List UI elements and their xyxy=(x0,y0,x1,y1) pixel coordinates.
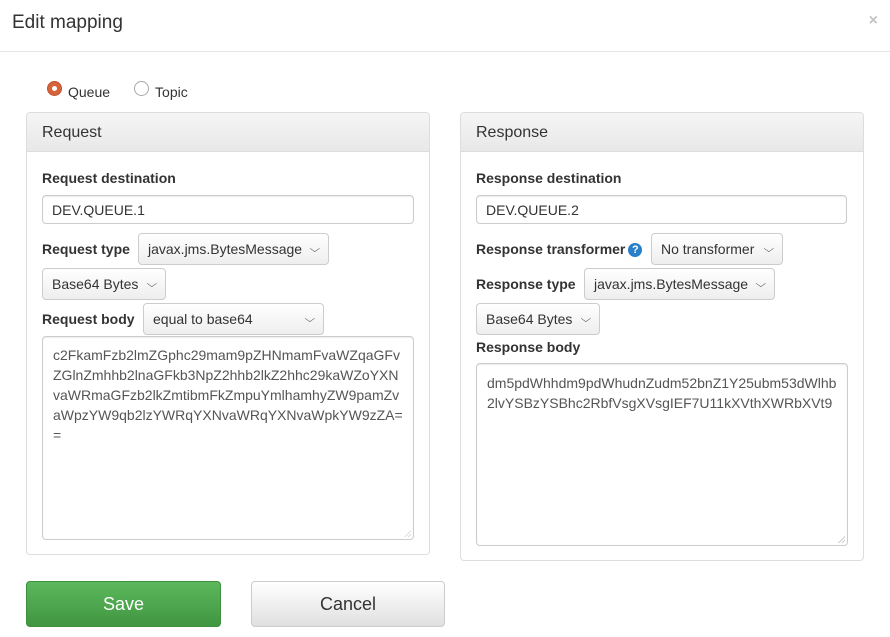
response-transformer-label: Response transformer? xyxy=(476,241,643,258)
response-type-label: Response type xyxy=(476,276,576,292)
request-encoding-select[interactable]: Base64 Bytes ⌵ xyxy=(42,268,166,300)
chevron-down-icon: ⌵ xyxy=(304,313,316,325)
destination-kind-radio-group: Queue Topic xyxy=(47,80,212,100)
response-body-text: dm5pdWhhdm9pdWhudnZudm52bnZ1Y25ubm53dWlh… xyxy=(487,375,837,411)
cancel-button[interactable]: Cancel xyxy=(251,581,445,627)
response-destination-label: Response destination xyxy=(476,170,622,186)
question-circle-icon[interactable]: ? xyxy=(628,243,643,257)
radio-topic-control[interactable] xyxy=(134,80,150,96)
radio-topic[interactable]: Topic xyxy=(134,80,188,100)
response-panel: Response Response destination DEV.QUEUE.… xyxy=(460,112,864,561)
request-type-value: javax.jms.BytesMessage xyxy=(148,241,303,257)
request-type-label: Request type xyxy=(42,241,130,257)
radio-queue[interactable]: Queue xyxy=(47,80,110,100)
request-body-matcher-select[interactable]: equal to base64 ⌵ xyxy=(143,303,324,335)
response-body-label: Response body xyxy=(476,339,581,355)
request-panel-title: Request xyxy=(27,113,429,152)
chevron-down-icon: ⌵ xyxy=(755,278,767,290)
response-destination-input[interactable]: DEV.QUEUE.2 xyxy=(476,195,847,224)
request-body-text: c2FkamFzb2lmZGphc29mam9pZHNmamFvaWZqaGFv… xyxy=(53,347,403,443)
response-transformer-label-text: Response transformer xyxy=(476,241,626,257)
resize-handle[interactable] xyxy=(838,536,845,543)
close-icon[interactable]: × xyxy=(869,13,878,29)
resize-handle[interactable] xyxy=(404,530,411,537)
response-encoding-select[interactable]: Base64 Bytes ⌵ xyxy=(476,303,600,335)
request-type-select[interactable]: javax.jms.BytesMessage ⌵ xyxy=(138,233,329,265)
modal-header: Edit mapping × xyxy=(0,0,890,52)
request-panel: Request Request destination DEV.QUEUE.1 … xyxy=(26,112,430,555)
request-body-textarea[interactable]: c2FkamFzb2lmZGphc29mam9pZHNmamFvaWZqaGFv… xyxy=(42,336,414,540)
request-body-matcher-value: equal to base64 xyxy=(153,311,253,327)
response-type-value: javax.jms.BytesMessage xyxy=(594,276,749,292)
response-type-select[interactable]: javax.jms.BytesMessage ⌵ xyxy=(584,268,775,300)
radio-queue-control[interactable] xyxy=(47,80,62,96)
request-encoding-value: Base64 Bytes xyxy=(52,276,139,292)
response-encoding-value: Base64 Bytes xyxy=(486,311,573,327)
radio-topic-label[interactable]: Topic xyxy=(155,84,188,100)
response-body-textarea[interactable]: dm5pdWhhdm9pdWhudnZudm52bnZ1Y25ubm53dWlh… xyxy=(476,363,848,546)
request-destination-input[interactable]: DEV.QUEUE.1 xyxy=(42,195,414,224)
save-button[interactable]: Save xyxy=(26,581,221,627)
modal-title: Edit mapping xyxy=(12,12,123,33)
chevron-down-icon: ⌵ xyxy=(309,243,321,255)
response-transformer-value: No transformer xyxy=(661,241,755,257)
request-body-label: Request body xyxy=(42,311,135,327)
chevron-down-icon: ⌵ xyxy=(580,313,592,325)
radio-queue-label[interactable]: Queue xyxy=(68,84,110,100)
request-destination-label: Request destination xyxy=(42,170,176,186)
response-panel-title: Response xyxy=(461,113,863,152)
chevron-down-icon: ⌵ xyxy=(763,243,775,255)
response-transformer-select[interactable]: No transformer ⌵ xyxy=(651,233,783,265)
chevron-down-icon: ⌵ xyxy=(146,278,158,290)
